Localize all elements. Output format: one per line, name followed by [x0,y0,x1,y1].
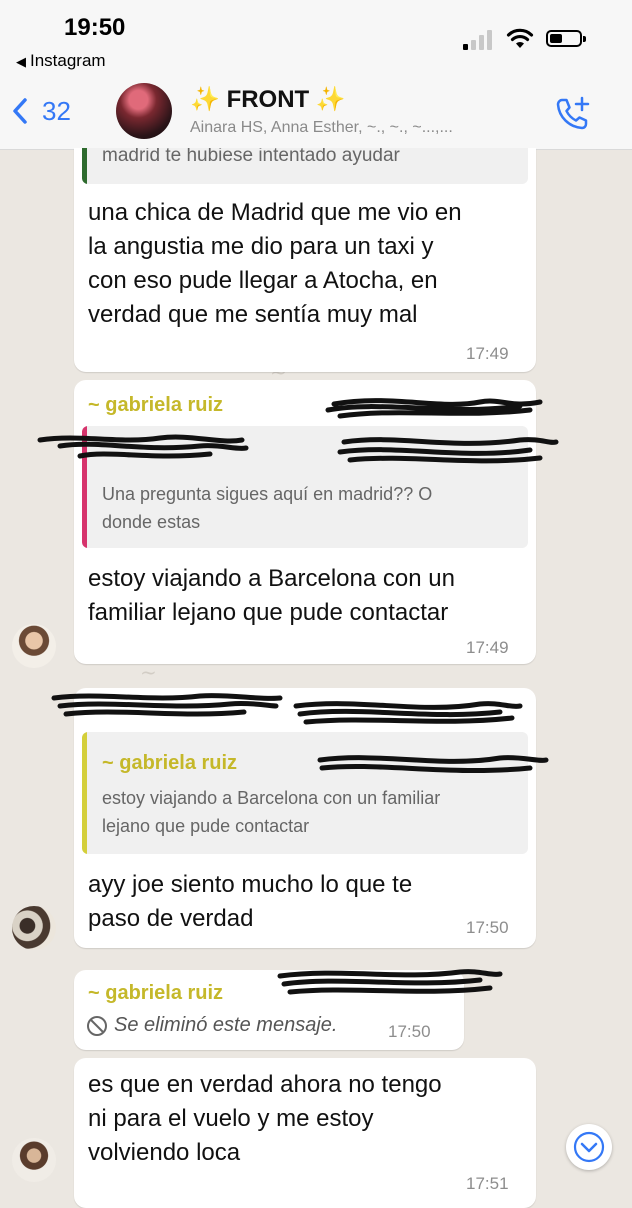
user-avatar[interactable] [12,624,56,668]
redaction-scribble [51,693,549,774]
scroll-to-bottom-button[interactable] [566,1124,612,1170]
message-text: ayy joe siento mucho lo que te paso de v… [88,871,413,932]
deleted-message-text: Se eliminó este mensaje. [114,1014,338,1036]
user-avatar[interactable] [12,1138,56,1182]
message-bubble[interactable]: es que en verdad ahora no tengo ni para … [74,1058,536,1208]
back-to-app-link[interactable]: ◀ Instagram [16,51,106,71]
redaction-scribble [277,969,503,995]
group-title[interactable]: ✨ FRONT ✨ [190,85,346,114]
quoted-message[interactable]: madrid te hubiese intentado ayudar [82,148,528,184]
message-time: 17:49 [466,344,509,363]
wifi-icon [506,28,534,48]
message-bubble[interactable]: madrid te hubiese intentado ayudar una c… [74,148,536,372]
message-time: 17:50 [388,1022,431,1041]
quoted-text: estoy viajando a Barcelona con un famili… [102,788,441,836]
status-bar: 19:50 ◀ Instagram [0,0,632,75]
message-text: es que en verdad ahora no tengo ni para … [88,1071,442,1166]
chat-header: 32 ✨ FRONT ✨ Ainara HS, Anna Esther, ~.,… [0,75,632,150]
redaction-scribble [37,398,559,464]
group-name: FRONT [226,86,310,113]
back-button[interactable]: 32 [12,91,71,131]
back-count: 32 [42,95,71,126]
message-text: una chica de Madrid que me vio en la ang… [88,199,462,328]
quoted-text: madrid te hubiese intentado ayudar [102,148,400,166]
cellular-signal-icon [463,28,497,50]
back-app-arrow-icon: ◀ [16,54,26,69]
sparkles-icon-right: ✨ [315,86,346,113]
group-avatar[interactable] [116,83,172,139]
message-time: 17:50 [466,918,509,937]
status-time: 19:50 [64,14,126,41]
block-icon [87,1016,107,1036]
back-app-label: Instagram [30,51,106,70]
battery-icon [546,30,586,47]
quoted-text: Una pregunta sigues aquí en madrid?? O d… [102,484,433,532]
sparkles-icon-left: ✨ [190,86,220,113]
chevron-left-icon [13,98,27,124]
phone-add-icon[interactable] [554,95,592,133]
message-text: estoy viajando a Barcelona con un famili… [88,565,455,626]
message-time: 17:49 [466,638,509,657]
group-members: Ainara HS, Anna Esther, ~., ~., ~...,... [190,119,453,136]
user-avatar[interactable] [12,906,56,950]
message-time: 17:51 [466,1174,509,1193]
chevron-down-icon [573,1131,605,1163]
